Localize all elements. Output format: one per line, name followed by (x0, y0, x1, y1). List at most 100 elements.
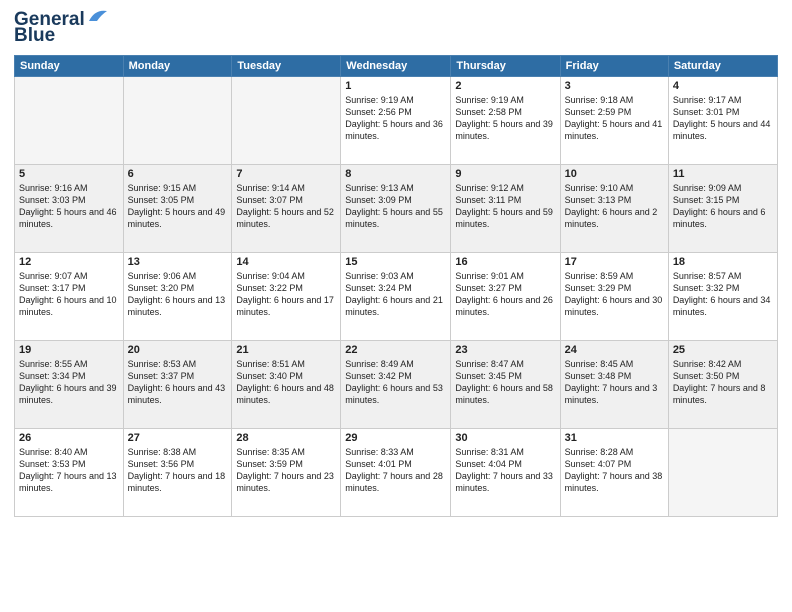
col-thursday: Thursday (451, 56, 560, 77)
logo-wing-icon (87, 7, 109, 23)
day-info: Sunrise: 8:47 AM Sunset: 3:45 PM Dayligh… (455, 358, 555, 407)
day-info: Sunrise: 8:55 AM Sunset: 3:34 PM Dayligh… (19, 358, 119, 407)
day-info: Sunrise: 9:18 AM Sunset: 2:59 PM Dayligh… (565, 94, 664, 143)
day-number: 4 (673, 80, 773, 92)
col-monday: Monday (123, 56, 232, 77)
calendar-cell: 25 Sunrise: 8:42 AM Sunset: 3:50 PM Dayli… (668, 341, 777, 429)
day-number: 10 (565, 168, 664, 180)
day-info: Sunrise: 8:31 AM Sunset: 4:04 PM Dayligh… (455, 446, 555, 495)
day-info: Sunrise: 9:09 AM Sunset: 3:15 PM Dayligh… (673, 182, 773, 231)
calendar-cell: 13 Sunrise: 9:06 AM Sunset: 3:20 PM Dayli… (123, 253, 232, 341)
col-wednesday: Wednesday (341, 56, 451, 77)
day-info: Sunrise: 9:06 AM Sunset: 3:20 PM Dayligh… (128, 270, 228, 319)
calendar-cell: 3 Sunrise: 9:18 AM Sunset: 2:59 PM Daylig… (560, 77, 668, 165)
day-number: 8 (345, 168, 446, 180)
day-info: Sunrise: 8:38 AM Sunset: 3:56 PM Dayligh… (128, 446, 228, 495)
day-number: 18 (673, 256, 773, 268)
day-info: Sunrise: 9:10 AM Sunset: 3:13 PM Dayligh… (565, 182, 664, 231)
day-info: Sunrise: 8:51 AM Sunset: 3:40 PM Dayligh… (236, 358, 336, 407)
day-info: Sunrise: 9:14 AM Sunset: 3:07 PM Dayligh… (236, 182, 336, 231)
day-info: Sunrise: 9:04 AM Sunset: 3:22 PM Dayligh… (236, 270, 336, 319)
calendar-cell: 26 Sunrise: 8:40 AM Sunset: 3:53 PM Dayli… (15, 429, 124, 517)
calendar-cell: 21 Sunrise: 8:51 AM Sunset: 3:40 PM Dayli… (232, 341, 341, 429)
calendar-cell: 29Sunrise: 8:33 AM Sunset: 4:01 PM Dayli… (341, 429, 451, 517)
calendar-cell: 31Sunrise: 8:28 AM Sunset: 4:07 PM Dayli… (560, 429, 668, 517)
col-tuesday: Tuesday (232, 56, 341, 77)
calendar-cell: 2Sunrise: 9:19 AM Sunset: 2:58 PM Daylig… (451, 77, 560, 165)
day-info: Sunrise: 9:01 AM Sunset: 3:27 PM Dayligh… (455, 270, 555, 319)
calendar-header-row: Sunday Monday Tuesday Wednesday Thursday… (15, 56, 778, 77)
day-number: 12 (19, 256, 119, 268)
calendar-cell: 28 Sunrise: 8:35 AM Sunset: 3:59 PM Dayli… (232, 429, 341, 517)
day-number: 17 (565, 256, 664, 268)
day-number: 25 (673, 344, 773, 356)
day-number: 30 (455, 432, 555, 444)
calendar-cell: 19 Sunrise: 8:55 AM Sunset: 3:34 PM Dayli… (15, 341, 124, 429)
calendar-cell: 7 Sunrise: 9:14 AM Sunset: 3:07 PM Daylig… (232, 165, 341, 253)
day-number: 15 (345, 256, 446, 268)
day-info: Sunrise: 9:12 AM Sunset: 3:11 PM Dayligh… (455, 182, 555, 231)
day-number: 13 (128, 256, 228, 268)
day-info: Sunrise: 9:07 AM Sunset: 3:17 PM Dayligh… (19, 270, 119, 319)
calendar-cell: 30 Sunrise: 8:31 AM Sunset: 4:04 PM Dayli… (451, 429, 560, 517)
col-sunday: Sunday (15, 56, 124, 77)
day-number: 2 (455, 80, 555, 92)
calendar-cell: 12 Sunrise: 9:07 AM Sunset: 3:17 PM Dayli… (15, 253, 124, 341)
calendar-cell: 16 Sunrise: 9:01 AM Sunset: 3:27 PM Dayli… (451, 253, 560, 341)
header: General Blue (14, 10, 778, 47)
calendar-cell: 18 Sunrise: 8:57 AM Sunset: 3:32 PM Dayli… (668, 253, 777, 341)
day-info: Sunrise: 8:53 AM Sunset: 3:37 PM Dayligh… (128, 358, 228, 407)
logo: General Blue (14, 10, 109, 47)
calendar-cell (232, 77, 341, 165)
day-info: Sunrise: 9:15 AM Sunset: 3:05 PM Dayligh… (128, 182, 228, 231)
day-info: Sunrise: 9:16 AM Sunset: 3:03 PM Dayligh… (19, 182, 119, 231)
day-number: 1 (345, 80, 446, 92)
day-number: 21 (236, 344, 336, 356)
day-number: 24 (565, 344, 664, 356)
calendar-cell: 10 Sunrise: 9:10 AM Sunset: 3:13 PM Dayli… (560, 165, 668, 253)
day-number: 19 (19, 344, 119, 356)
calendar-cell: 23 Sunrise: 8:47 AM Sunset: 3:45 PM Dayli… (451, 341, 560, 429)
day-number: 11 (673, 168, 773, 180)
day-info: Sunrise: 8:59 AM Sunset: 3:29 PM Dayligh… (565, 270, 664, 319)
day-info: Sunrise: 8:40 AM Sunset: 3:53 PM Dayligh… (19, 446, 119, 495)
day-info: Sunrise: 9:19 AM Sunset: 2:56 PM Dayligh… (345, 94, 446, 143)
day-number: 5 (19, 168, 119, 180)
calendar-cell: 11 Sunrise: 9:09 AM Sunset: 3:15 PM Dayli… (668, 165, 777, 253)
col-saturday: Saturday (668, 56, 777, 77)
calendar-cell: 8 Sunrise: 9:13 AM Sunset: 3:09 PM Daylig… (341, 165, 451, 253)
calendar-cell: 17 Sunrise: 8:59 AM Sunset: 3:29 PM Dayli… (560, 253, 668, 341)
day-number: 6 (128, 168, 228, 180)
calendar-cell (15, 77, 124, 165)
day-info: Sunrise: 8:35 AM Sunset: 3:59 PM Dayligh… (236, 446, 336, 495)
day-number: 16 (455, 256, 555, 268)
day-number: 26 (19, 432, 119, 444)
page: General Blue Sunday Monday Tuesday Wedne… (0, 0, 792, 612)
calendar-cell (668, 429, 777, 517)
calendar-cell: 20 Sunrise: 8:53 AM Sunset: 3:37 PM Dayli… (123, 341, 232, 429)
day-number: 9 (455, 168, 555, 180)
calendar-cell: 27 Sunrise: 8:38 AM Sunset: 3:56 PM Dayli… (123, 429, 232, 517)
calendar-cell: 15Sunrise: 9:03 AM Sunset: 3:24 PM Dayli… (341, 253, 451, 341)
calendar-table: Sunday Monday Tuesday Wednesday Thursday… (14, 55, 778, 517)
day-info: Sunrise: 8:42 AM Sunset: 3:50 PM Dayligh… (673, 358, 773, 407)
day-info: Sunrise: 9:13 AM Sunset: 3:09 PM Dayligh… (345, 182, 446, 231)
calendar-cell: 4 Sunrise: 9:17 AM Sunset: 3:01 PM Daylig… (668, 77, 777, 165)
calendar-cell: 22 Sunrise: 8:49 AM Sunset: 3:42 PM Dayli… (341, 341, 451, 429)
day-info: Sunrise: 8:57 AM Sunset: 3:32 PM Dayligh… (673, 270, 773, 319)
day-info: Sunrise: 9:17 AM Sunset: 3:01 PM Dayligh… (673, 94, 773, 143)
calendar-cell: 9 Sunrise: 9:12 AM Sunset: 3:11 PM Daylig… (451, 165, 560, 253)
logo-blue-text: Blue (14, 25, 55, 47)
day-number: 3 (565, 80, 664, 92)
day-number: 23 (455, 344, 555, 356)
day-info: Sunrise: 8:45 AM Sunset: 3:48 PM Dayligh… (565, 358, 664, 407)
day-number: 28 (236, 432, 336, 444)
day-number: 27 (128, 432, 228, 444)
day-number: 20 (128, 344, 228, 356)
calendar-cell (123, 77, 232, 165)
calendar-cell: 5 Sunrise: 9:16 AM Sunset: 3:03 PM Daylig… (15, 165, 124, 253)
day-number: 22 (345, 344, 446, 356)
calendar-cell: 6 Sunrise: 9:15 AM Sunset: 3:05 PM Daylig… (123, 165, 232, 253)
day-info: Sunrise: 8:49 AM Sunset: 3:42 PM Dayligh… (345, 358, 446, 407)
day-number: 7 (236, 168, 336, 180)
